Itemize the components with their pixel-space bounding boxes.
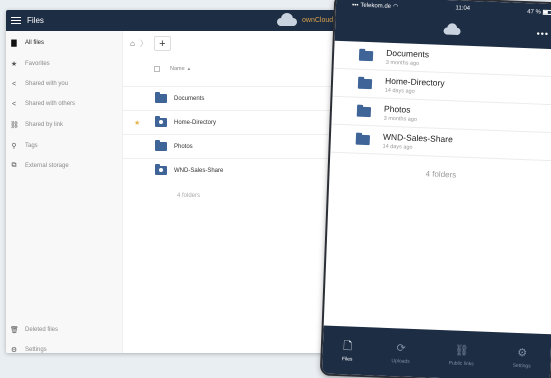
- folder-icon: [357, 78, 373, 90]
- sidebar-item-label: Settings: [25, 347, 47, 353]
- file-name[interactable]: Photos: [174, 144, 193, 150]
- folder-summary: 4 folders: [177, 193, 201, 199]
- sidebar-item-shared-by-link[interactable]: ⛓ Shared by link: [6, 115, 123, 135]
- folder-icon: [155, 140, 167, 151]
- file-icon: 🗋: [343, 339, 353, 353]
- tab-label: Files: [341, 355, 353, 363]
- modified-time: 3 months ago: [385, 59, 420, 67]
- gear-icon: ⚙: [10, 347, 18, 353]
- phone-app: ▪▪▪ Telekom.de ◠ 11:04 47 % ••• Document…: [319, 0, 551, 378]
- sidebar-item-label: All files: [25, 40, 45, 46]
- tab-bar: 🗋 Files ⟳ Uploads ⛓ Public links ⚙ Setti…: [321, 325, 551, 378]
- folder-icon: [358, 50, 374, 62]
- sidebar-item-label: Shared with others: [25, 101, 76, 107]
- sidebar-item-deleted-files[interactable]: 🗑 Deleted files: [6, 320, 123, 340]
- star-icon: ★: [10, 61, 18, 68]
- sidebar-item-label: Shared with you: [25, 81, 69, 87]
- trash-icon: 🗑: [10, 327, 19, 334]
- file-name[interactable]: Home-Directory: [174, 120, 216, 126]
- sidebar-item-shared-with-you[interactable]: < Shared with you: [6, 74, 123, 94]
- tab-public-links[interactable]: ⛓ Public links: [449, 343, 475, 367]
- modified-time: 3 months ago: [383, 115, 418, 123]
- tab-label: Public links: [448, 359, 474, 367]
- tab-files[interactable]: 🗋 Files: [342, 339, 353, 362]
- cloud-icon: [441, 22, 464, 41]
- app-title[interactable]: Files: [27, 16, 44, 25]
- upload-icon: ⟳: [396, 341, 406, 355]
- more-options-icon[interactable]: •••: [536, 28, 549, 38]
- sidebar-item-label: Shared by link: [25, 122, 64, 128]
- folder-icon: [355, 134, 371, 146]
- battery: 47 %: [527, 8, 551, 16]
- folder-summary: 4 folders: [425, 169, 457, 180]
- folder-name: Documents: [385, 47, 430, 60]
- folder-icon: [356, 106, 372, 118]
- clock: 11:04: [455, 5, 471, 12]
- sort-icon[interactable]: ▴: [188, 66, 191, 72]
- sidebar-item-label: Deleted files: [25, 327, 59, 333]
- cloud-icon: [277, 13, 297, 26]
- wifi-icon: ◠: [392, 3, 399, 11]
- share-icon: <: [11, 100, 17, 108]
- carrier-name: Telekom.de: [360, 2, 392, 10]
- shared-folder-icon: [155, 164, 167, 175]
- tab-uploads[interactable]: ⟳ Uploads: [391, 341, 410, 365]
- link-icon: ⛓: [454, 344, 469, 357]
- battery-icon: [542, 9, 551, 16]
- link-icon: ⛓: [10, 122, 19, 129]
- home-icon[interactable]: ⌂: [130, 39, 135, 48]
- favorite-star-icon[interactable]: ★: [134, 119, 140, 127]
- gear-icon: ⚙: [517, 346, 528, 359]
- menu-icon[interactable]: [11, 17, 21, 24]
- tab-settings[interactable]: ⚙ Settings: [513, 345, 532, 369]
- sidebar: ▇ All files ★ Favorites < Shared with yo…: [6, 31, 123, 353]
- new-button[interactable]: +: [153, 36, 171, 51]
- status-bar: ▪▪▪ Telekom.de ◠ 11:04 47 %: [352, 1, 551, 16]
- folder-name: Home-Directory: [384, 75, 445, 88]
- tab-label: Settings: [512, 362, 531, 369]
- sidebar-item-tags[interactable]: ⚲ Tags: [6, 136, 123, 156]
- sidebar-item-label: Favorites: [25, 61, 50, 67]
- folder-name: Photos: [383, 103, 411, 115]
- sidebar-item-favorites[interactable]: ★ Favorites: [6, 54, 123, 74]
- file-name[interactable]: Documents: [174, 96, 204, 102]
- modified-time: 14 days ago: [384, 87, 415, 95]
- file-name[interactable]: WND-Sales-Share: [174, 168, 223, 174]
- select-all-checkbox[interactable]: [154, 66, 160, 72]
- sidebar-item-label: External storage: [25, 163, 69, 169]
- brand-name: ownCloud: [302, 16, 334, 24]
- carrier: ▪▪▪ Telekom.de ◠: [352, 1, 399, 10]
- tag-icon: ⚲: [11, 143, 17, 150]
- sidebar-item-all-files[interactable]: ▇ All files: [6, 33, 123, 53]
- modified-time: 14 days ago: [382, 143, 413, 151]
- share-icon: <: [11, 80, 17, 88]
- folder-icon: ▇: [11, 40, 17, 47]
- breadcrumb-separator: 〉: [139, 39, 148, 48]
- folder-icon: [155, 92, 167, 103]
- sidebar-item-label: Tags: [25, 143, 38, 149]
- owncloud-logo[interactable]: ownCloud: [274, 13, 333, 27]
- signal-icon: ▪▪▪: [351, 1, 359, 9]
- external-storage-icon: ⧉: [11, 162, 17, 169]
- battery-percent: 47 %: [527, 8, 541, 16]
- shared-folder-icon: [155, 116, 167, 127]
- sidebar-item-external-storage[interactable]: ⧉ External storage: [6, 156, 123, 176]
- name-column-header[interactable]: Name: [170, 66, 185, 72]
- sidebar-item-shared-with-others[interactable]: < Shared with others: [6, 94, 123, 114]
- tab-label: Uploads: [391, 357, 410, 365]
- sidebar-item-settings[interactable]: ⚙ Settings: [6, 340, 123, 353]
- folder-name: WND-Sales-Share: [382, 131, 454, 145]
